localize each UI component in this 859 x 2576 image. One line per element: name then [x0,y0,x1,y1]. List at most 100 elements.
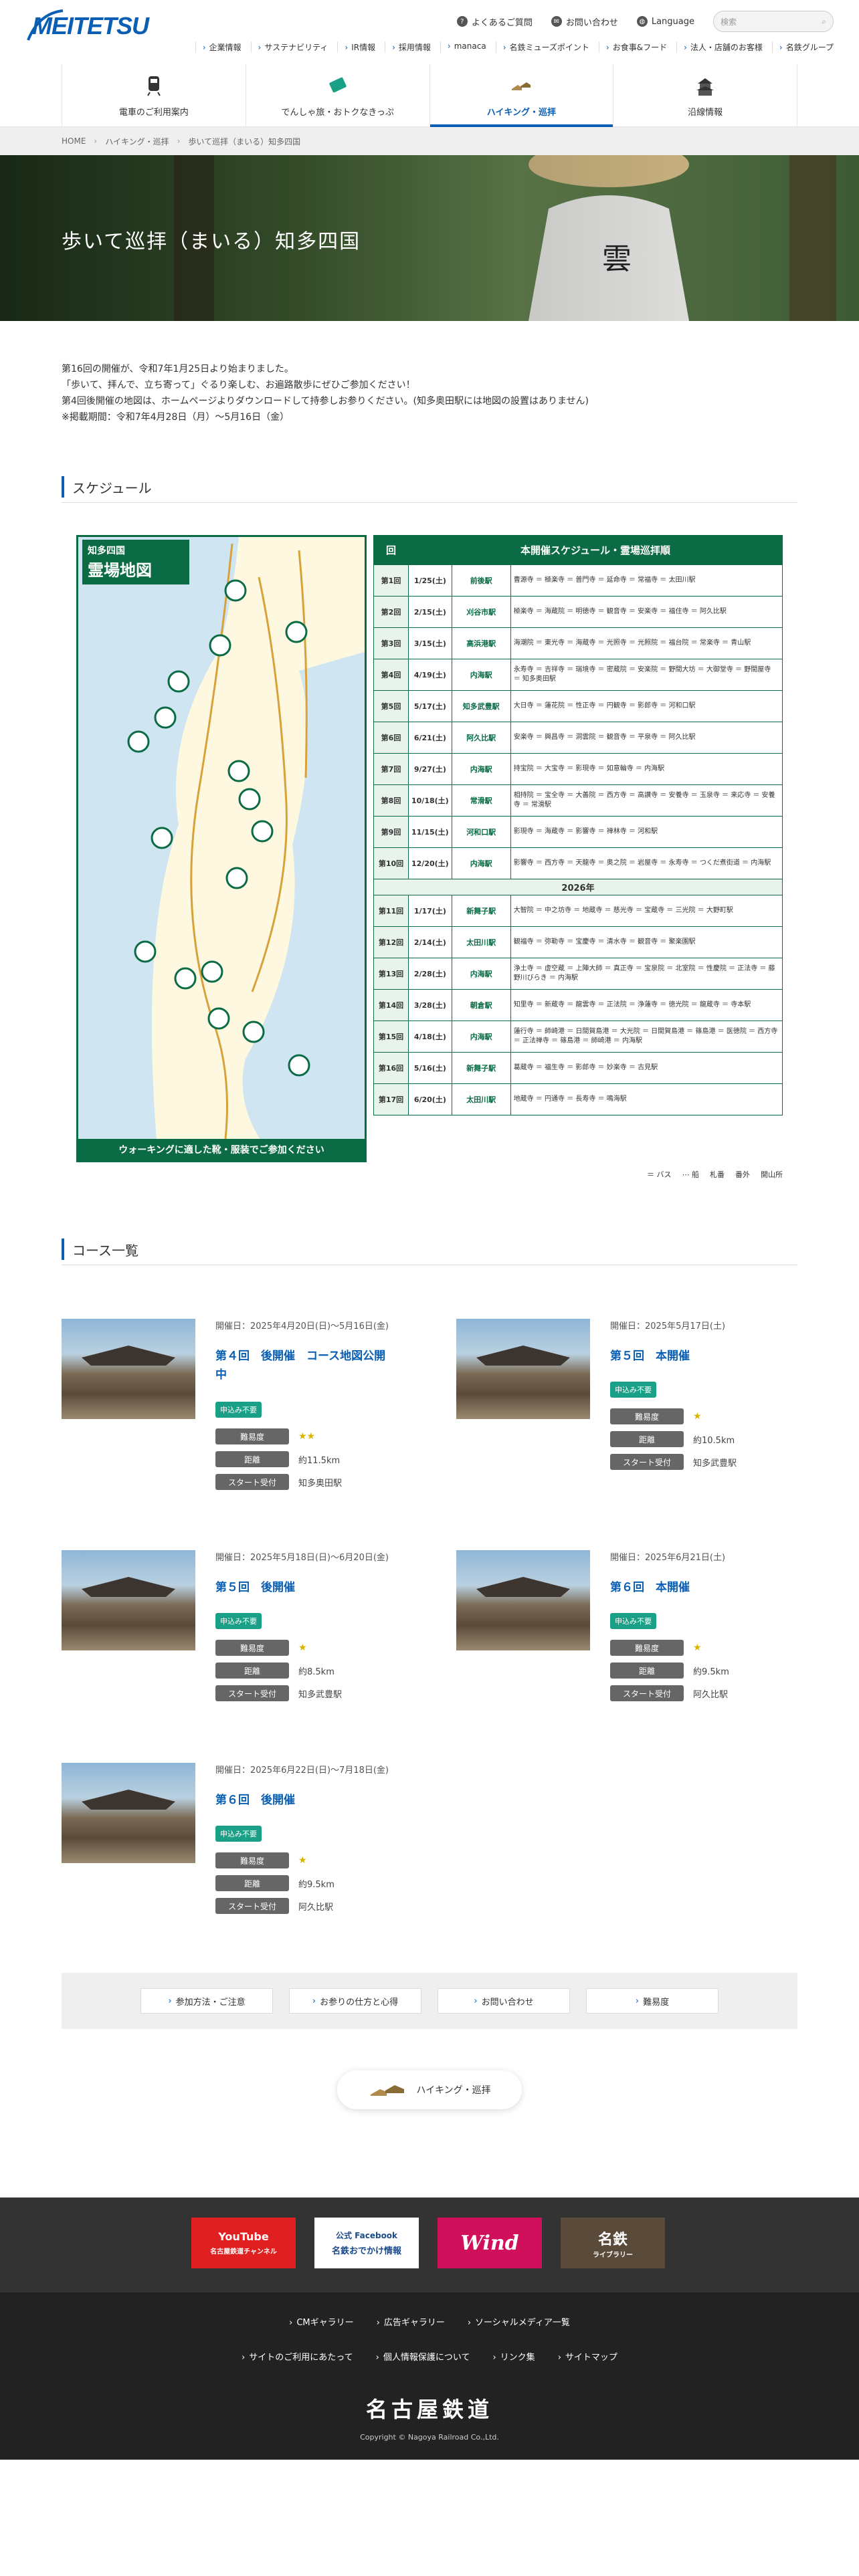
footer-link[interactable]: リンク集 [492,2350,535,2363]
schedule-no: 第14回 [373,989,409,1021]
train-icon [147,76,161,96]
distance-label: 距離 [610,1662,684,1679]
subnav-item[interactable]: IR情報 [337,41,375,53]
course-title[interactable]: 第６回 本開催 [610,1578,791,1597]
copyright: Copyright © Nagoya Railroad Co.,Ltd. [360,2433,499,2442]
schedule-date: 2/15(土) [408,596,452,628]
course-distance: 距離 約11.5km [215,1451,340,1467]
subnav-item[interactable]: 名鉄ミューズポイント [495,41,589,53]
footer-link[interactable]: サイトのご利用にあたって [242,2350,353,2363]
course-title[interactable]: 第５回 後開催 [215,1578,396,1597]
distance-label: 距離 [215,1875,289,1891]
distance-value: 約9.5km [298,1879,335,1890]
breadcrumb-hiking[interactable]: ハイキング・巡拝 [105,136,169,147]
search-input[interactable]: 検索 ⌕ [713,11,834,32]
difficulty-label: 難易度 [215,1852,289,1868]
nav-train-guide[interactable]: 電車のご利用案内 [62,64,246,127]
schedule-route: 地蔵寺 ＝ 円通寺 ＝ 長寿寺 ＝ 鳴海駅 [510,1083,783,1115]
course-card[interactable]: 開催日：2025年4月20日(日)〜5月16日(金) 第４回 後開催 コース地図… [62,1319,396,1493]
meitetsu-logo[interactable]: MEITETSU [25,7,149,47]
footer-link[interactable]: 個人情報保護について [376,2350,470,2363]
col-schedule: 本開催スケジュール・霊場巡拝順 [408,535,783,565]
schedule-no: 第13回 [373,958,409,990]
subnav-item[interactable]: 企業情報 [195,41,242,53]
distance-value: 約8.5km [298,1667,335,1677]
schedule-route: 葛蔵寺 ＝ 福生寺 ＝ 影郎寺 ＝ 妙楽寺 ＝ 古見駅 [510,1052,783,1084]
course-title[interactable]: 第５回 本開催 [610,1347,791,1366]
status-badge: 申込み不要 [215,1402,262,1418]
difficulty-label: 難易度 [215,1428,289,1444]
schedule-station: 前後駅 [451,564,511,597]
nav-trip-tickets[interactable]: でんしゃ旅・おトクなきっぷ [245,64,430,127]
link-participation[interactable]: 参加方法・ご注意 [140,1988,273,2014]
year-divider: 2026年 [373,879,783,895]
subnav-item[interactable]: 名鉄グループ [771,41,834,53]
schedule-route: 曹源寺 ＝ 極楽寺 ＝ 普門寺 ＝ 延命寺 ＝ 常福寺 ＝ 太田川駅 [510,564,783,597]
course-card[interactable]: 開催日：2025年6月21日(土) 第６回 本開催 申込み不要 難易度 ★ 距離約… [456,1550,791,1724]
course-title[interactable]: 第６回 後開催 [215,1791,396,1810]
shoes-icon [371,2085,405,2096]
start-value: 知多武豊駅 [693,1458,737,1469]
footer-link[interactable]: CMギャラリー [289,2315,353,2328]
site-header: MEITETSU ? よくあるご質問 ✉ お問い合わせ ◍ Language 検索 ⌕ … [0,0,859,127]
schedule-station: 太田川駅 [451,926,511,958]
schedule-date: 1/17(土) [408,895,452,927]
course-start: スタート受付 阿久比駅 [215,1898,333,1914]
course-card[interactable]: 開催日：2025年6月22日(日)〜7月18日(金) 第６回 後開催 申込み不要… [62,1763,396,1937]
schedule-no: 第1回 [373,564,409,597]
subnav-item[interactable]: サステナビリティ [250,41,328,53]
language-link[interactable]: ◍ Language [636,16,694,27]
search-icon[interactable]: ⌕ [822,17,826,27]
hiking-back-button[interactable]: ハイキング・巡拝 [337,2070,522,2109]
link-difficulty[interactable]: 難易度 [586,1988,719,2014]
intro-line: 「歩いて、拝んで、立ち寄って」ぐるり楽しむ、お遍路散歩にぜひご参加ください！ [62,380,415,391]
schedule-row: 第3回 3/15(土) 高浜港駅 海潮院 ＝ 東光寺 ＝ 海蔵寺 ＝ 光照寺 ＝ 光照… [373,627,783,659]
subnav-item[interactable]: お食事&フード [598,41,667,53]
subnav-item[interactable]: 法人・店舗のお客様 [676,41,763,53]
course-date: 開催日：2025年5月17日(土) [610,1321,726,1331]
banner-sub: ライブラリー [593,2251,633,2259]
course-difficulty: 難易度 ★ [215,1640,307,1656]
difficulty-stars: ★★ [298,1431,316,1442]
schedule-no: 第3回 [373,627,409,659]
difficulty-stars: ★ [693,1642,702,1653]
contact-link[interactable]: ✉ お問い合わせ [551,15,618,28]
schedule-rows: 第1回 1/25(土) 前後駅 曹源寺 ＝ 極楽寺 ＝ 普門寺 ＝ 延命寺 ＝ 常福寺… [373,564,783,1115]
hero-banner: 雲 歩いて巡拝（まいる）知多四国 [0,155,859,321]
wind-banner[interactable]: Wind [438,2218,542,2268]
youtube-banner[interactable]: YouTube 名古屋鉄道チャンネル [191,2218,296,2268]
course-card[interactable]: 開催日：2025年5月18日(日)〜6月20日(金) 第５回 後開催 申込み不要… [62,1550,396,1724]
subnav-item[interactable]: manaca [440,41,486,53]
legend-bus: ＝ バス [647,1170,672,1179]
nav-label: 沿線情報 [688,107,723,118]
subnav-item[interactable]: 採用情報 [385,41,431,53]
intro-line: ※掲載期間：令和7年4月28日（月）〜5月16日（金） [62,412,290,423]
schedule-station: 阿久比駅 [451,722,511,754]
difficulty-label: 難易度 [215,1640,289,1656]
difficulty-stars: ★ [298,1855,307,1866]
nav-area-info[interactable]: 沿線情報 [613,64,797,127]
footer-link[interactable]: 広告ギャラリー [377,2315,445,2328]
utility-nav: ? よくあるご質問 ✉ お問い合わせ ◍ Language 検索 ⌕ [456,11,834,32]
course-card[interactable]: 開催日：2025年5月17日(土) 第５回 本開催 申込み不要 難易度 ★ 距離約… [456,1319,791,1493]
link-contact[interactable]: お問い合わせ [438,1988,570,2014]
schedule-row: 第16回 5/16(土) 新舞子駅 葛蔵寺 ＝ 福生寺 ＝ 影郎寺 ＝ 妙楽寺 ＝ 古… [373,1052,783,1084]
link-label: お問い合わせ [481,1997,534,2008]
distance-value: 約11.5km [298,1455,341,1466]
nav-hiking[interactable]: ハイキング・巡拝 [429,64,613,127]
link-manners[interactable]: お参りの仕方と心得 [289,1988,421,2014]
intro-text: 第16回の開催が、令和7年1月25日より始まりました。 「歩いて、拝んで、立ち寄… [62,361,589,425]
schedule-no: 第6回 [373,722,409,754]
mail-icon: ✉ [551,16,562,27]
footer-link[interactable]: サイトマップ [558,2350,617,2363]
library-banner[interactable]: 名鉄 ライブラリー [561,2218,665,2268]
course-title[interactable]: 第４回 後開催 コース地図公開中 [215,1347,396,1384]
breadcrumb-home[interactable]: HOME [62,136,86,146]
course-distance: 距離 約9.5km [215,1875,335,1891]
facebook-banner[interactable]: 公式 Facebook 名鉄おでかけ情報 [314,2218,419,2268]
schedule-no: 第16回 [373,1052,409,1084]
faq-link[interactable]: ? よくあるご質問 [456,15,533,28]
globe-icon: ◍ [636,16,648,27]
schedule-route: 安楽寺 ＝ 興昌寺 ＝ 洞雲院 ＝ 観音寺 ＝ 平泉寺 ＝ 阿久比駅 [510,722,783,754]
footer-link[interactable]: ソーシャルメディア一覧 [468,2315,570,2328]
